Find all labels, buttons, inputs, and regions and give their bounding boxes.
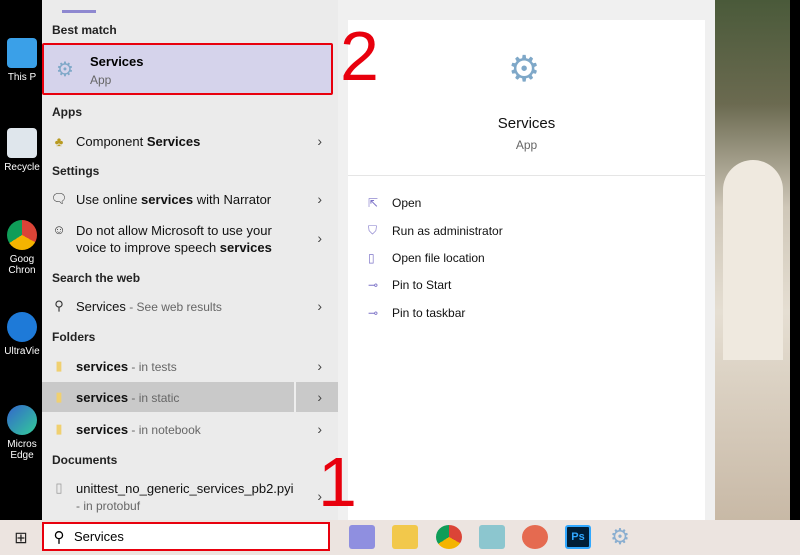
taskbar-file-explorer-icon[interactable]: [392, 525, 418, 549]
annotation-2: 2: [340, 17, 379, 95]
best-match-services[interactable]: ⚙ Services App: [42, 43, 333, 95]
gear-icon: ⚙: [56, 59, 74, 81]
result-folder[interactable]: ▮ services - in static ›: [42, 382, 338, 412]
result-component-services[interactable]: ♣ Component Services ›: [42, 132, 338, 150]
taskbar: ⊞ ⚲ Services Ps ⚙: [0, 520, 800, 555]
wallpaper-photo: [715, 0, 790, 520]
chevron-right-icon[interactable]: ›: [317, 421, 322, 437]
section-folders: Folders: [52, 330, 96, 344]
chevron-right-icon[interactable]: ›: [317, 191, 322, 207]
preview-title: Services: [497, 115, 556, 132]
search-icon: ⚲: [53, 528, 65, 546]
result-speech-services[interactable]: ☺ Do not allow Microsoft to use your voic…: [42, 222, 338, 258]
desktop-icon-recycle-bin[interactable]: Recycle: [0, 128, 44, 173]
windows-icon: ⊞: [14, 529, 28, 547]
action-pin-to-start[interactable]: ⊸ Pin to Start: [368, 278, 451, 292]
document-icon: ▯: [55, 480, 63, 495]
folder-icon: ▮: [55, 389, 63, 404]
section-apps: Apps: [52, 105, 82, 119]
chevron-right-icon[interactable]: ›: [317, 298, 322, 314]
pin-icon: ⊸: [368, 306, 379, 320]
annotation-1: 1: [318, 443, 357, 521]
chevron-right-icon[interactable]: ›: [317, 133, 322, 149]
open-icon: ⇱: [368, 196, 379, 210]
result-web-search[interactable]: ⚲ Services - See web results ›: [42, 297, 338, 315]
gear-icon: ⚙: [508, 48, 541, 89]
section-documents: Documents: [52, 453, 118, 467]
tab-indicator: [62, 10, 96, 13]
desktop-icon-ultraviewer[interactable]: UltraVie: [0, 312, 44, 357]
folder-icon: ▮: [55, 358, 63, 373]
shield-icon: ⛉: [368, 223, 378, 237]
pin-icon: ⊸: [368, 278, 379, 292]
preview-panel: ⚙ Services App ⇱ Open ⛉ Run as administrat…: [338, 0, 715, 520]
search-input[interactable]: ⚲ Services: [42, 522, 330, 551]
result-folder[interactable]: ▮ services - in tests ›: [42, 354, 338, 378]
file-location-icon: ▯: [368, 251, 375, 265]
result-document[interactable]: ▯ unittest_no_generic_services_pb2.pyi - …: [42, 480, 338, 514]
search-results-panel: Best match ⚙ Services App Apps ♣ Compone…: [42, 0, 338, 520]
folder-icon: ▮: [55, 421, 63, 436]
chevron-right-icon[interactable]: ›: [317, 358, 322, 374]
taskbar-snipping-tool-icon[interactable]: [522, 525, 548, 549]
start-button[interactable]: ⊞: [0, 520, 42, 555]
result-narrator-services[interactable]: 🗨 Use online services with Narrator ›: [42, 190, 338, 208]
action-open-file-location[interactable]: ▯ Open file location: [368, 251, 485, 265]
result-folder[interactable]: ▮ services - in notebook ›: [42, 417, 338, 441]
narrator-icon: 🗨: [50, 191, 68, 206]
component-services-icon: ♣: [54, 133, 64, 149]
preview-subtitle: App: [515, 138, 538, 152]
taskbar-notepad-icon[interactable]: [479, 525, 505, 549]
taskbar-chrome-icon[interactable]: [436, 525, 462, 549]
desktop-icon-edge[interactable]: Micros Edge: [0, 405, 44, 461]
section-settings: Settings: [52, 164, 100, 178]
action-open[interactable]: ⇱ Open: [368, 196, 421, 210]
taskbar-photoshop-icon[interactable]: Ps: [565, 525, 591, 549]
taskbar-ultraviewer-icon[interactable]: [349, 525, 375, 549]
desktop-icon-chrome[interactable]: Goog Chron: [0, 220, 44, 276]
speech-icon: ☺: [52, 222, 66, 237]
desktop-icon-this-pc[interactable]: This P: [0, 38, 44, 83]
action-pin-to-taskbar[interactable]: ⊸ Pin to taskbar: [368, 306, 465, 320]
action-run-as-admin[interactable]: ⛉ Run as administrator: [368, 223, 503, 238]
desktop: This P Recycle Goog Chron UltraVie Micro…: [0, 0, 42, 520]
chevron-right-icon[interactable]: ›: [317, 389, 322, 405]
section-best-match: Best match: [52, 23, 117, 37]
chevron-right-icon[interactable]: ›: [317, 230, 322, 246]
section-search-web: Search the web: [52, 271, 141, 285]
search-icon: ⚲: [54, 298, 64, 313]
taskbar-services-icon[interactable]: ⚙: [607, 525, 633, 549]
